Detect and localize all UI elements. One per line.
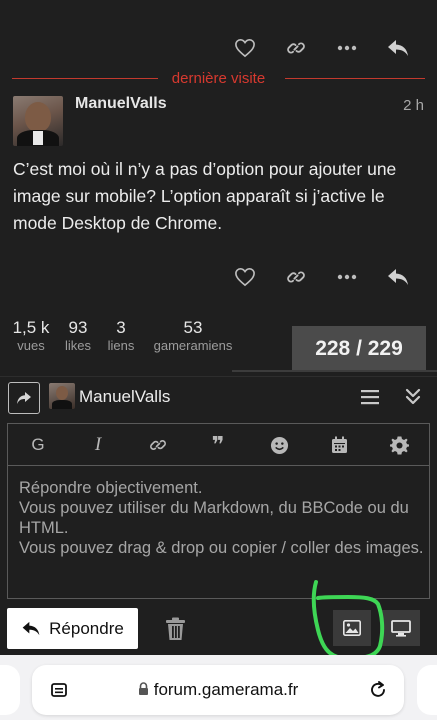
italic-button[interactable]: I [82, 430, 114, 460]
previous-tab-edge[interactable] [0, 665, 20, 715]
green-annotation-scribble [311, 580, 385, 661]
post-body: C’est moi où il n’y a pas d’option pour … [13, 159, 397, 233]
next-tab-edge[interactable] [417, 665, 437, 715]
address-bar[interactable]: forum.gamerama.fr [32, 665, 404, 715]
composer-menu-button[interactable] [353, 382, 387, 412]
placeholder-line: Vous pouvez drag & drop ou copier / coll… [19, 539, 424, 557]
link-icon [287, 271, 305, 283]
stat-value: 93 [68, 318, 88, 337]
like-button[interactable] [228, 33, 262, 63]
stat-value: 53 [183, 318, 203, 337]
stat-views: 1,5 k vues [11, 318, 51, 354]
editor-placeholder[interactable]: Répondre objectivement. Vous pouvez util… [19, 478, 424, 558]
hamburger-icon [361, 390, 379, 405]
double-chevron-down-icon [405, 388, 421, 405]
placeholder-line: Vous pouvez utiliser du Markdown, du BBC… [19, 499, 409, 537]
stat-users: 53 gameramiens [148, 318, 238, 354]
reply-to-toggle[interactable] [8, 382, 40, 414]
browser-address-area: forum.gamerama.fr [0, 655, 437, 720]
stat-label: liens [107, 338, 135, 353]
link-icon [287, 42, 305, 54]
copy-link-button[interactable] [279, 262, 313, 292]
quote-button[interactable]: ❞ [202, 430, 234, 460]
reply-arrow-icon [388, 40, 408, 56]
composer-editor[interactable]: G I ❞ Répondre objectivement. Vous pouve… [7, 423, 430, 599]
insert-link-button[interactable] [142, 430, 174, 460]
stat-label: gameramiens [153, 338, 233, 353]
like-button[interactable] [228, 262, 262, 292]
reload-icon[interactable] [368, 680, 388, 700]
trash-icon [165, 617, 185, 640]
stat-likes: 93 likes [60, 318, 96, 354]
last-visit-divider: dernière visite [12, 70, 425, 87]
share-arrow-icon [17, 392, 31, 404]
insert-date-button[interactable] [323, 430, 355, 460]
avatar[interactable] [13, 96, 63, 146]
editor-toolbar: G I ❞ [8, 424, 429, 466]
reply-arrow-icon [22, 621, 40, 636]
stat-value: 1,5 k [12, 318, 50, 337]
gear-icon [389, 435, 409, 455]
stat-value: 3 [116, 318, 126, 337]
discard-draft-button[interactable] [160, 614, 190, 644]
emoji-button[interactable] [263, 430, 295, 460]
progress-track [232, 370, 437, 372]
smiley-icon [270, 436, 288, 454]
heart-icon [235, 38, 255, 58]
topic-progress[interactable]: 228 / 229 [292, 326, 426, 372]
composer-collapse-button[interactable] [396, 382, 430, 412]
post-username[interactable]: ManuelValls [75, 95, 167, 113]
italic-label: I [94, 434, 102, 455]
ellipsis-icon [337, 45, 357, 51]
desktop-icon [391, 619, 411, 637]
submit-reply-label: Répondre [49, 618, 124, 638]
options-button[interactable] [383, 430, 415, 460]
copy-link-button[interactable] [279, 33, 313, 63]
composer-avatar [49, 383, 75, 409]
url-display[interactable]: forum.gamerama.fr [32, 680, 404, 700]
stat-label: vues [17, 338, 45, 353]
composer-divider [0, 376, 437, 377]
composer-username: ManuelValls [79, 387, 171, 406]
stat-links: 3 liens [103, 318, 139, 354]
ellipsis-icon [337, 274, 357, 280]
more-options-button[interactable] [330, 33, 364, 63]
lock-icon [138, 682, 148, 695]
reply-post-button[interactable] [381, 262, 415, 292]
link-icon [150, 440, 166, 450]
heading-button[interactable]: G [22, 430, 54, 460]
heart-icon [235, 267, 255, 287]
url-text: forum.gamerama.fr [153, 680, 299, 699]
post-timestamp[interactable]: 2 h [403, 97, 424, 114]
reply-post-button[interactable] [381, 33, 415, 63]
calendar-icon [331, 436, 347, 453]
more-options-button[interactable] [330, 262, 364, 292]
quote-icon: ❞ [211, 432, 225, 457]
stat-label: likes [64, 338, 91, 353]
submit-reply-button[interactable]: Répondre [7, 608, 138, 649]
heading-label: G [31, 435, 45, 454]
reply-arrow-icon [388, 269, 408, 285]
placeholder-line: Répondre objectivement. [19, 479, 203, 497]
